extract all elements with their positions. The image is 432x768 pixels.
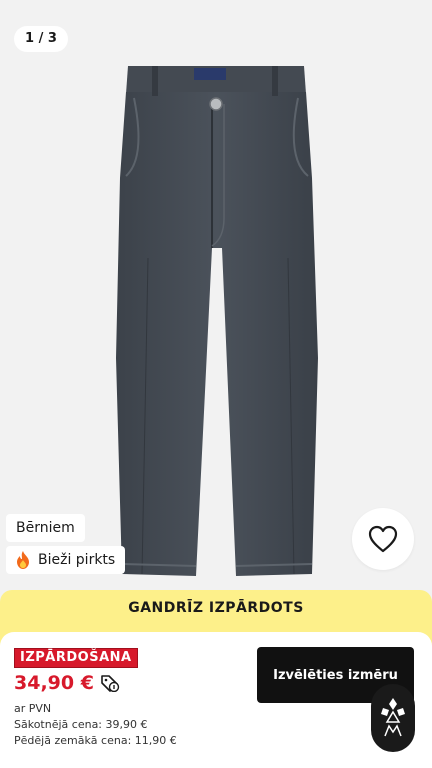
vat-note: ar PVN <box>14 702 52 715</box>
assistant-logo-icon <box>381 698 405 737</box>
favorite-button[interactable] <box>352 508 414 570</box>
product-gallery[interactable]: 1 / 3 Bērniem Bieži pirkts <box>0 0 432 606</box>
category-badge: Bērniem <box>6 514 85 542</box>
lowest-price: Pēdējā zemākā cena: 11,90 € <box>14 734 177 747</box>
stock-banner-text: GANDRĪZ IZPĀRDOTS <box>128 600 304 616</box>
current-price: 34,90 € <box>14 672 94 694</box>
image-counter: 1 / 3 <box>14 26 68 52</box>
fire-icon <box>17 551 29 569</box>
jeans-image[interactable] <box>86 58 348 582</box>
popular-badge-label: Bieži pirkts <box>38 552 116 568</box>
purchase-panel: IZPĀRDOŠANA 34,90 € ar PVN Sākotnējā cen… <box>0 632 432 768</box>
price-row: 34,90 € <box>14 672 120 694</box>
assistant-button[interactable] <box>371 684 415 752</box>
category-badge-label: Bērniem <box>16 520 75 536</box>
price-info-icon[interactable] <box>100 674 120 692</box>
heart-icon <box>368 525 398 553</box>
original-price: Sākotnējā cena: 39,90 € <box>14 718 148 731</box>
popular-badge: Bieži pirkts <box>6 546 126 574</box>
product-badges: Bērniem Bieži pirkts <box>6 514 126 578</box>
sale-label: IZPĀRDOŠANA <box>14 648 138 668</box>
